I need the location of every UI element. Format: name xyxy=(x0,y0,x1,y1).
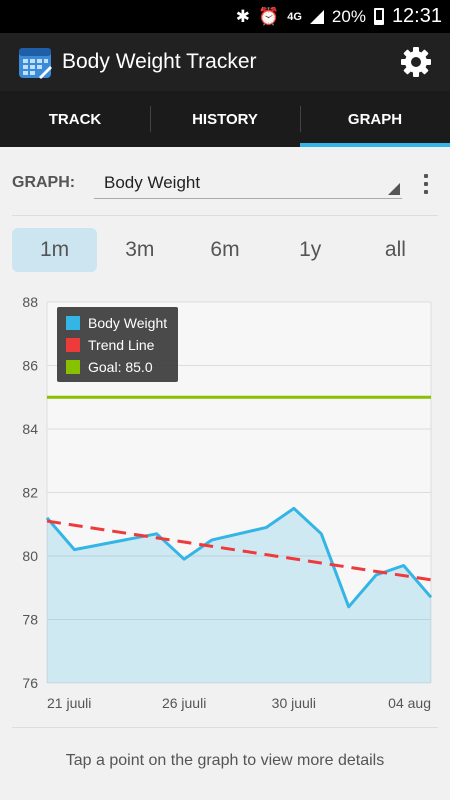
range-all[interactable]: all xyxy=(353,228,438,272)
gear-icon[interactable] xyxy=(400,46,432,78)
status-icons: ✱ ⏰ 4G 20% 12:31 xyxy=(236,0,442,33)
tab-history[interactable]: HISTORY xyxy=(150,91,300,147)
legend-label-goal: Goal: 85.0 xyxy=(88,359,153,375)
signal-icon xyxy=(309,9,324,24)
range-6m[interactable]: 6m xyxy=(182,228,267,272)
range-1y[interactable]: 1y xyxy=(268,228,353,272)
bluetooth-icon: ✱ xyxy=(235,6,251,26)
x-tick-label: 30 juuli xyxy=(272,695,316,711)
y-tick-label: 76 xyxy=(22,675,38,691)
range-1m[interactable]: 1m xyxy=(12,228,98,272)
network-icon: 4G xyxy=(287,10,302,23)
legend-label-weight: Body Weight xyxy=(88,315,167,331)
graph-type-dropdown[interactable]: Body Weight xyxy=(94,168,402,199)
graph-type-value: Body Weight xyxy=(104,173,201,192)
app-calendar-icon xyxy=(19,48,52,79)
y-tick-label: 86 xyxy=(22,358,38,374)
range-3m[interactable]: 3m xyxy=(97,228,182,272)
range-selector: 1m 3m 6m 1y all xyxy=(12,228,438,272)
legend-swatch-weight xyxy=(66,316,80,330)
tab-track[interactable]: TRACK xyxy=(0,91,150,147)
battery-icon xyxy=(373,8,384,25)
x-tick-label: 04 aug xyxy=(388,695,431,711)
overflow-menu-icon[interactable] xyxy=(422,174,430,194)
legend-label-trend: Trend Line xyxy=(88,337,155,353)
x-tick-label: 26 juuli xyxy=(162,695,206,711)
y-tick-label: 82 xyxy=(22,485,38,501)
graph-hint: Tap a point on the graph to view more de… xyxy=(65,752,385,769)
graph-label: GRAPH: xyxy=(12,174,76,191)
app-title: Body Weight Tracker xyxy=(62,50,257,73)
battery-percent: 20% xyxy=(331,6,366,26)
alarm-icon: ⏰ xyxy=(258,6,280,26)
weight-chart[interactable]: 76 78 80 82 84 86 88 21 juuli 26 juuli 30 juuli 04… xyxy=(0,285,450,725)
x-tick-label: 21 juuli xyxy=(47,695,91,711)
divider xyxy=(12,727,438,728)
y-tick-label: 78 xyxy=(22,612,38,628)
tab-bar: TRACK HISTORY GRAPH xyxy=(0,91,450,147)
y-tick-label: 88 xyxy=(22,294,38,310)
tab-graph[interactable]: GRAPH xyxy=(300,91,450,147)
app-bar: Body Weight Tracker xyxy=(0,33,450,91)
y-tick-label: 80 xyxy=(22,548,38,564)
status-time: 12:31 xyxy=(391,5,442,27)
y-tick-label: 84 xyxy=(22,421,38,437)
chart-legend: Body Weight Trend Line Goal: 85.0 xyxy=(57,307,178,382)
dropdown-arrow-icon xyxy=(388,183,400,195)
graph-selector-row: GRAPH: Body Weight xyxy=(12,160,438,216)
legend-swatch-goal xyxy=(66,360,80,374)
status-bar: ✱ ⏰ 4G 20% 12:31 xyxy=(0,0,450,33)
legend-swatch-trend xyxy=(66,338,80,352)
